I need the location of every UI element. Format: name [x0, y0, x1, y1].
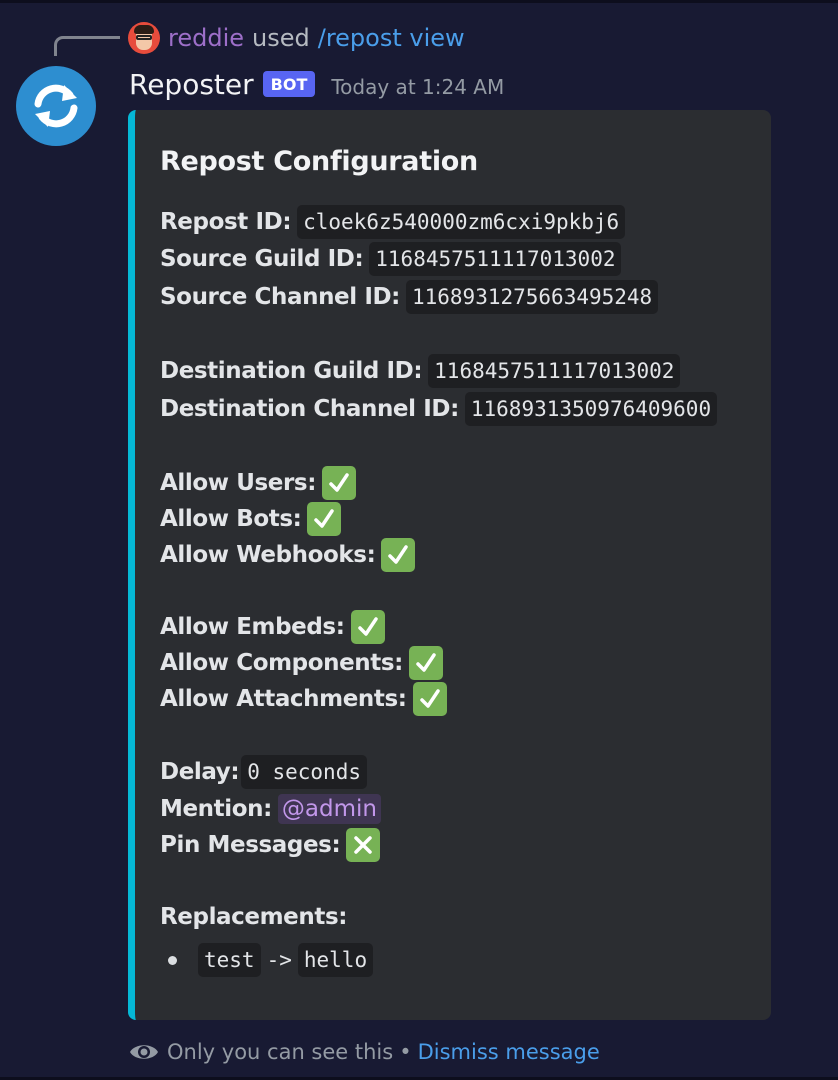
- repost-id-label: Repost ID:: [160, 209, 292, 235]
- replacement-to: hello: [297, 943, 374, 977]
- pin-messages-row: Pin Messages:: [160, 827, 381, 863]
- dismiss-message-link[interactable]: Dismiss message: [418, 1040, 600, 1064]
- bot-badge: BOT: [262, 71, 316, 97]
- allow-bots-label: Allow Bots:: [160, 506, 302, 532]
- check-mark-icon: [322, 466, 357, 500]
- command-used-text: used: [252, 24, 310, 52]
- command-name[interactable]: /repost view: [318, 24, 465, 52]
- replacement-from: test: [198, 943, 261, 977]
- allow-users-row: Allow Users:: [160, 465, 357, 501]
- embed-title: Repost Configuration: [160, 146, 478, 177]
- top-border: [0, 0, 838, 3]
- allow-attachments-label: Allow Attachments:: [160, 686, 407, 712]
- replacements-heading: Replacements:: [160, 899, 347, 935]
- dest-guild-label: Destination Guild ID:: [160, 358, 423, 384]
- message-header: Reposter BOT Today at 1:24 AM: [129, 64, 504, 104]
- bot-avatar[interactable]: [16, 66, 96, 146]
- source-channel-row: Source Channel ID: 1168931275663495248: [160, 279, 659, 315]
- footer-separator: •: [399, 1040, 412, 1064]
- dest-channel-row: Destination Channel ID: 1168931350976409…: [160, 391, 718, 427]
- ephemeral-footer: Only you can see this • Dismiss message: [129, 1036, 600, 1068]
- visibility-notice: Only you can see this: [167, 1040, 394, 1064]
- cross-mark-icon: [346, 828, 381, 862]
- allow-components-label: Allow Components:: [160, 650, 403, 676]
- allow-embeds-row: Allow Embeds:: [160, 609, 385, 645]
- repost-id-value: cloek6z540000zm6cxi9pkbj6: [297, 205, 626, 239]
- repost-id-row: Repost ID: cloek6z540000zm6cxi9pkbj6: [160, 204, 626, 240]
- mention-row: Mention: @admin: [160, 791, 381, 827]
- source-guild-row: Source Guild ID: 1168457511117013002: [160, 241, 622, 277]
- user-avatar[interactable]: [128, 22, 160, 54]
- replacement-item: test -> hello: [198, 942, 374, 978]
- check-mark-icon: [307, 502, 342, 536]
- command-reply-header: reddie used /repost view: [128, 22, 465, 54]
- check-mark-icon: [350, 610, 385, 644]
- reply-connector-line: [54, 36, 120, 56]
- list-bullet: [168, 956, 177, 965]
- delay-value: 0 seconds: [241, 755, 367, 789]
- delay-row: Delay: 0 seconds: [160, 754, 367, 790]
- allow-components-row: Allow Components:: [160, 645, 443, 681]
- mention-label: Mention:: [160, 796, 272, 822]
- bot-username[interactable]: Reposter: [129, 68, 254, 101]
- eye-icon: [130, 1045, 158, 1059]
- check-mark-icon: [381, 538, 416, 572]
- message-timestamp[interactable]: Today at 1:24 AM: [331, 69, 504, 99]
- replacement-arrow: ->: [266, 948, 292, 972]
- repost-arrows-icon: [34, 84, 78, 128]
- allow-users-label: Allow Users:: [160, 470, 317, 496]
- check-mark-icon: [408, 646, 443, 680]
- command-username[interactable]: reddie: [168, 24, 244, 52]
- dest-channel-value: 1168931350976409600: [464, 392, 718, 426]
- dest-guild-row: Destination Guild ID: 116845751111701300…: [160, 353, 681, 389]
- allow-webhooks-row: Allow Webhooks:: [160, 537, 416, 573]
- dest-guild-value: 1168457511117013002: [428, 354, 681, 388]
- source-guild-value: 1168457511117013002: [369, 242, 622, 276]
- allow-webhooks-label: Allow Webhooks:: [160, 542, 376, 568]
- role-mention[interactable]: @admin: [277, 794, 381, 824]
- dest-channel-label: Destination Channel ID:: [160, 396, 459, 422]
- allow-bots-row: Allow Bots:: [160, 501, 342, 537]
- delay-label: Delay:: [160, 759, 240, 785]
- repost-config-embed: Repost Configuration Repost ID: cloek6z5…: [128, 110, 771, 1020]
- source-guild-label: Source Guild ID:: [160, 246, 364, 272]
- source-channel-label: Source Channel ID:: [160, 284, 400, 310]
- check-mark-icon: [412, 682, 447, 716]
- source-channel-value: 1168931275663495248: [405, 280, 659, 314]
- allow-embeds-label: Allow Embeds:: [160, 614, 345, 640]
- replacements-label: Replacements:: [160, 904, 348, 930]
- allow-attachments-row: Allow Attachments:: [160, 681, 447, 717]
- pin-messages-label: Pin Messages:: [160, 832, 341, 858]
